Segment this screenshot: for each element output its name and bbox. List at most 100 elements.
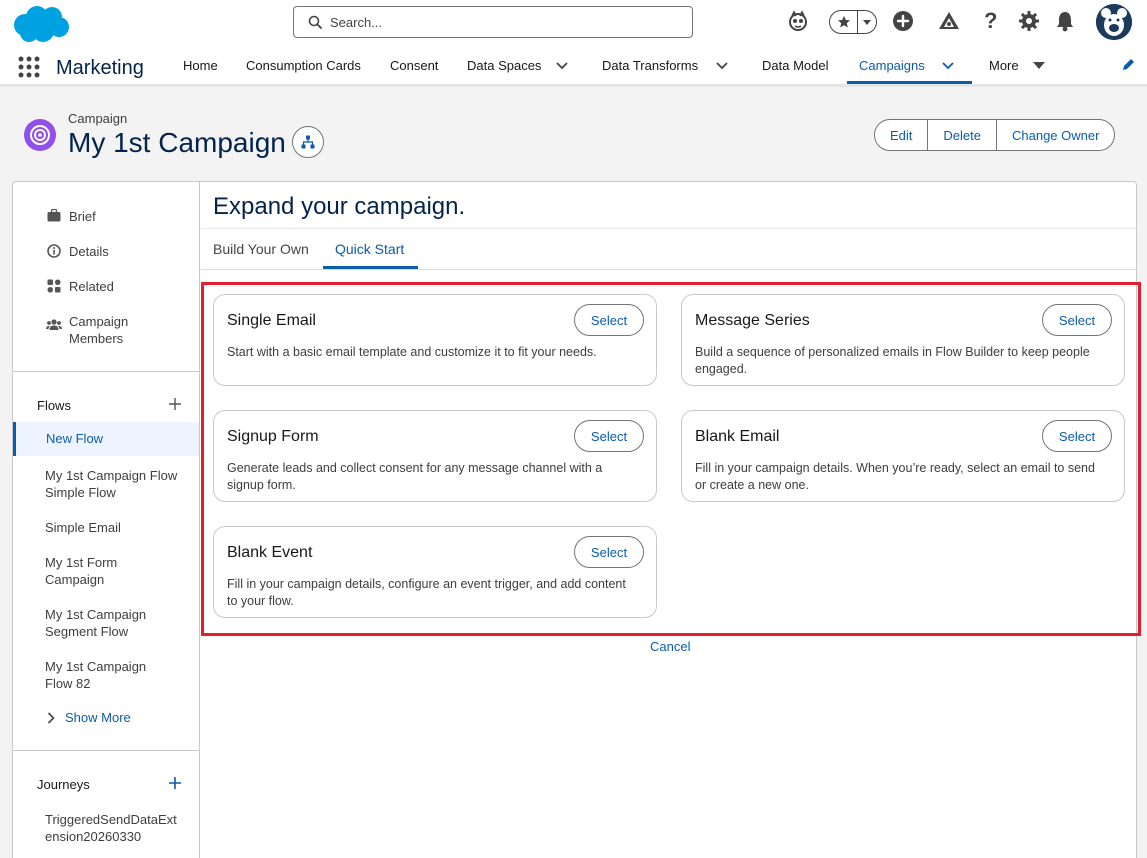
tile-title: Blank Email [695, 428, 780, 445]
flow-item[interactable]: My 1st Campaign Flow 82 [45, 658, 165, 692]
flows-heading: Flows [37, 398, 71, 413]
tile-message-series[interactable]: Message Series Select Build a sequence o… [681, 294, 1125, 386]
app-name: Marketing [56, 57, 144, 79]
nav-item-campaigns[interactable]: Campaigns [859, 46, 925, 84]
sidebar-item-brief[interactable]: Brief [45, 208, 96, 225]
cancel-link[interactable]: Cancel [650, 639, 690, 654]
sidebar-item-campaign-members[interactable]: Campaign Members [45, 313, 165, 347]
avatar-icon[interactable] [1096, 4, 1132, 40]
sidebar: Brief Details Related Campaign Members F… [13, 182, 200, 858]
nav-item-data-transforms[interactable]: Data Transforms [602, 46, 698, 84]
caret-down-icon[interactable] [1030, 57, 1048, 75]
sidebar-divider [13, 750, 199, 751]
tile-title: Blank Event [227, 544, 313, 561]
group-icon [45, 313, 63, 331]
setup-assistant-icon[interactable] [937, 10, 961, 32]
flow-item[interactable]: My 1st Form Campaign [45, 554, 145, 588]
expand-title: Expand your campaign. [213, 193, 466, 220]
flow-item-label: New Flow [46, 431, 104, 446]
related-icon [45, 278, 63, 293]
show-more-label: Show More [65, 710, 131, 725]
flow-item-new-flow[interactable]: New Flow [13, 422, 199, 456]
nav-item-more[interactable]: More [989, 46, 1019, 84]
content-panel: Expand your campaign. Build Your Own Qui… [201, 182, 1141, 858]
sidebar-item-related[interactable]: Related [45, 278, 114, 295]
einstein-icon[interactable] [787, 10, 809, 32]
select-button[interactable]: Select [1042, 304, 1112, 336]
bell-icon[interactable] [1055, 10, 1075, 32]
show-more-link[interactable]: Show More [47, 710, 131, 725]
nav-item-home[interactable]: Home [183, 46, 218, 84]
divider [201, 228, 1137, 229]
nav-item-consumption-cards[interactable]: Consumption Cards [246, 46, 361, 84]
add-flow-icon[interactable] [168, 396, 182, 414]
journeys-heading: Journeys [37, 777, 90, 792]
info-icon [45, 243, 63, 258]
sidebar-item-label: Related [69, 279, 114, 294]
gear-icon[interactable] [1018, 10, 1040, 32]
tab-build-your-own[interactable]: Build Your Own [213, 241, 309, 257]
record-type-label: Campaign [68, 111, 128, 126]
tile-description: Fill in your campaign details. When you’… [695, 461, 1095, 492]
campaign-icon [24, 119, 56, 151]
select-button[interactable]: Select [574, 536, 644, 568]
sidebar-item-details[interactable]: Details [45, 243, 109, 260]
tile-description: Generate leads and collect consent for a… [227, 461, 603, 492]
tile-title: Message Series [695, 312, 810, 329]
chevron-down-icon[interactable] [713, 57, 731, 75]
nav-item-data-spaces[interactable]: Data Spaces [467, 46, 541, 84]
star-icon [830, 11, 858, 33]
tile-description: Build a sequence of personalized emails … [695, 345, 1090, 376]
app-navigation: Marketing Home Consumption Cards Consent… [0, 46, 1147, 87]
tab-quick-start[interactable]: Quick Start [335, 241, 404, 257]
chevron-down-icon[interactable] [939, 57, 957, 75]
tile-description: Fill in your campaign details, configure… [227, 577, 626, 608]
delete-button[interactable]: Delete [928, 119, 997, 151]
add-icon[interactable] [892, 10, 914, 32]
tile-single-email[interactable]: Single Email Select Start with a basic e… [213, 294, 657, 386]
tile-signup-form[interactable]: Signup Form Select Generate leads and co… [213, 410, 657, 502]
select-button[interactable]: Select [574, 420, 644, 452]
sidebar-divider [13, 371, 199, 372]
active-nav-indicator [847, 81, 972, 84]
tile-title: Single Email [227, 312, 316, 329]
edit-button[interactable]: Edit [874, 119, 929, 151]
edit-nav-pencil-icon[interactable] [1121, 58, 1135, 75]
chevron-right-icon [47, 711, 55, 724]
add-journey-icon[interactable] [168, 775, 182, 793]
hierarchy-icon [301, 135, 315, 149]
sidebar-item-label: Details [69, 244, 109, 259]
briefcase-icon [45, 208, 63, 222]
chevron-down-icon[interactable] [553, 57, 571, 75]
nav-item-data-model[interactable]: Data Model [762, 46, 828, 84]
nav-item-consent[interactable]: Consent [390, 46, 438, 84]
chevron-down-icon [858, 17, 876, 27]
select-button[interactable]: Select [1042, 420, 1112, 452]
flow-item[interactable]: My 1st Campaign Segment Flow [45, 606, 185, 640]
flow-item[interactable]: My 1st Campaign Flow Simple Flow [45, 467, 185, 501]
global-search-input[interactable]: Search... [293, 6, 693, 38]
tile-blank-email[interactable]: Blank Email Select Fill in your campaign… [681, 410, 1125, 502]
salesforce-logo[interactable] [11, 3, 71, 43]
divider [201, 269, 1137, 270]
tile-blank-event[interactable]: Blank Event Select Fill in your campaign… [213, 526, 657, 618]
search-icon [308, 15, 322, 29]
flow-item[interactable]: Simple Email [45, 519, 185, 536]
tile-description: Start with a basic email template and cu… [227, 345, 597, 359]
main-card: Brief Details Related Campaign Members F… [12, 181, 1141, 858]
highlight-box: Single Email Select Start with a basic e… [201, 282, 1141, 636]
page-title: My 1st Campaign [68, 127, 286, 158]
record-actions: Edit Delete Change Owner [874, 119, 1116, 151]
change-owner-button[interactable]: Change Owner [996, 119, 1116, 151]
hierarchy-button[interactable] [292, 126, 324, 158]
favorites-button[interactable] [829, 10, 877, 34]
search-placeholder: Search... [330, 14, 383, 30]
help-icon[interactable]: ? [984, 10, 997, 32]
journey-item[interactable]: TriggeredSendDataExt ension20260330 [45, 811, 177, 845]
sidebar-item-label: Brief [69, 209, 96, 224]
select-button[interactable]: Select [574, 304, 644, 336]
sidebar-item-label: Campaign Members [69, 314, 129, 346]
tile-title: Signup Form [227, 428, 319, 445]
app-launcher-icon[interactable] [18, 56, 40, 81]
global-header: Search... ? [0, 0, 1147, 46]
